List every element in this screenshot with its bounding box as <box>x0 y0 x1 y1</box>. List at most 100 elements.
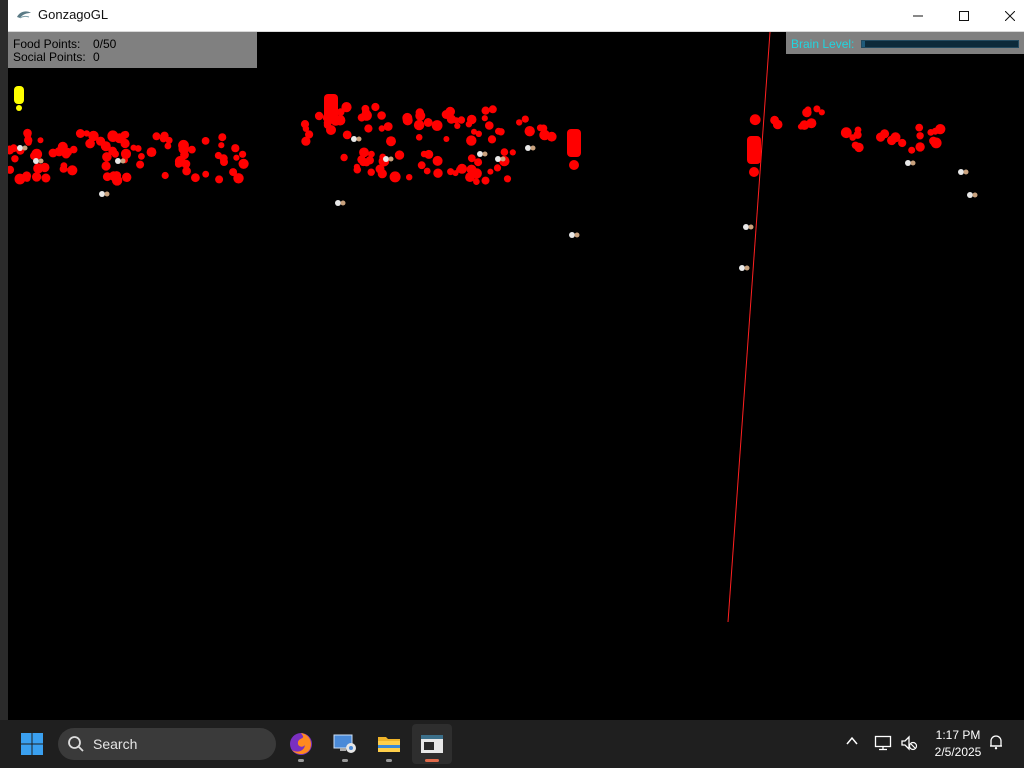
food-pellet <box>218 133 227 142</box>
food-pellet <box>806 118 817 129</box>
taskbar-app-firefox[interactable] <box>281 724 321 764</box>
food-pellet <box>420 150 428 158</box>
food-pellet <box>215 175 224 184</box>
social-creature-eye <box>38 158 44 164</box>
player-creature <box>14 86 24 104</box>
food-pellet <box>415 134 423 141</box>
social-creature <box>351 136 357 142</box>
food-pellet <box>908 146 916 154</box>
food-pellet <box>797 123 804 130</box>
food-pellet <box>11 155 19 163</box>
brain-level-bar <box>861 40 1019 48</box>
laser-beam <box>727 32 771 623</box>
food-pellet <box>493 164 502 172</box>
notification-bell-icon[interactable] <box>988 734 1004 750</box>
social-creature <box>739 265 745 271</box>
social-creature <box>958 169 964 175</box>
window-title: GonzagoGL <box>38 7 109 22</box>
social-creature-eye <box>963 169 969 175</box>
volume-muted-icon[interactable] <box>900 734 918 752</box>
close-icon <box>1005 10 1015 21</box>
minimize-button[interactable] <box>895 0 941 31</box>
start-button[interactable] <box>12 724 52 764</box>
food-pellet <box>417 161 426 170</box>
maximize-icon <box>959 10 969 21</box>
game-viewport[interactable]: Food Points: 0/50 Social Points: 0 Brain… <box>8 32 1024 720</box>
food-pellet <box>323 121 331 129</box>
chevron-up-icon[interactable] <box>845 734 859 748</box>
social-creature-eye <box>574 232 580 238</box>
food-pellet <box>364 124 373 133</box>
food-pellet <box>239 150 247 158</box>
food-pellet <box>394 150 405 160</box>
social-creature <box>383 156 389 162</box>
social-creature <box>477 151 483 157</box>
social-creature-eye <box>744 265 750 271</box>
maximize-button[interactable] <box>941 0 987 31</box>
taskbar-app-file-explorer[interactable] <box>369 724 409 764</box>
food-pellet <box>33 163 44 174</box>
food-pellet <box>334 114 346 126</box>
food-pellet <box>383 122 393 131</box>
food-pellet <box>876 132 886 142</box>
food-pellet <box>454 122 461 129</box>
food-pellet <box>481 106 490 115</box>
social-creature-eye <box>500 156 506 162</box>
food-pellet <box>146 147 157 157</box>
food-pellet <box>314 111 324 121</box>
social-creature-eye <box>104 191 110 197</box>
taskbar-search[interactable]: Search <box>58 728 276 760</box>
food-pellet <box>365 156 374 165</box>
food-pellet <box>423 118 433 127</box>
food-pellet <box>539 129 550 141</box>
food-pellet <box>485 121 494 130</box>
folder-icon <box>378 737 400 752</box>
social-creature-eye <box>22 145 28 151</box>
food-pellet <box>916 132 924 140</box>
food-pellet <box>466 114 477 125</box>
food-pellet <box>500 148 509 156</box>
food-pellet <box>386 136 396 147</box>
title-bar[interactable]: GonzagoGL <box>8 0 1024 32</box>
food-pellet <box>854 126 862 134</box>
food-pellet <box>377 111 386 120</box>
food-pellet <box>488 105 497 114</box>
food-pellet <box>120 138 130 149</box>
food-pellet <box>102 152 112 162</box>
food-pellet <box>443 136 450 142</box>
social-creature-eye <box>482 151 488 157</box>
social-creature-eye <box>972 192 978 198</box>
food-pellet <box>524 126 535 137</box>
close-button[interactable] <box>987 0 1024 31</box>
app-window: GonzagoGL Food Points: 0/50 Social Point… <box>8 0 1024 720</box>
food-pellet <box>233 154 240 161</box>
food-pellet <box>25 139 32 146</box>
food-pellet <box>220 158 228 166</box>
food-pellet <box>161 171 169 180</box>
food-pellet <box>41 173 51 183</box>
food-pellet <box>336 108 345 116</box>
food-pellet <box>503 175 512 183</box>
food-pellet <box>340 153 348 162</box>
food-pellet <box>229 168 238 177</box>
food-pellet <box>174 156 186 167</box>
clock-time[interactable]: 1:17 PM <box>930 728 986 742</box>
food-pellet <box>122 172 132 182</box>
taskbar-app-remote-desktop[interactable] <box>325 724 365 764</box>
running-indicator <box>298 759 304 762</box>
network-icon[interactable] <box>874 734 892 752</box>
food-pellet <box>152 132 161 141</box>
food-pellet <box>413 119 425 131</box>
clock-date[interactable]: 2/5/2025 <box>926 745 990 759</box>
taskbar-app-gonzagogl[interactable] <box>412 724 452 764</box>
food-pellet <box>467 154 476 163</box>
food-pellet <box>85 138 95 149</box>
food-pellet <box>371 102 380 112</box>
food-pellet <box>361 110 372 121</box>
social-creature-eye <box>910 160 916 166</box>
food-pellet <box>487 168 494 175</box>
search-icon <box>68 736 84 752</box>
game-scene[interactable] <box>8 32 1024 720</box>
social-creature-eye <box>356 136 362 142</box>
food-pellet <box>23 174 31 182</box>
